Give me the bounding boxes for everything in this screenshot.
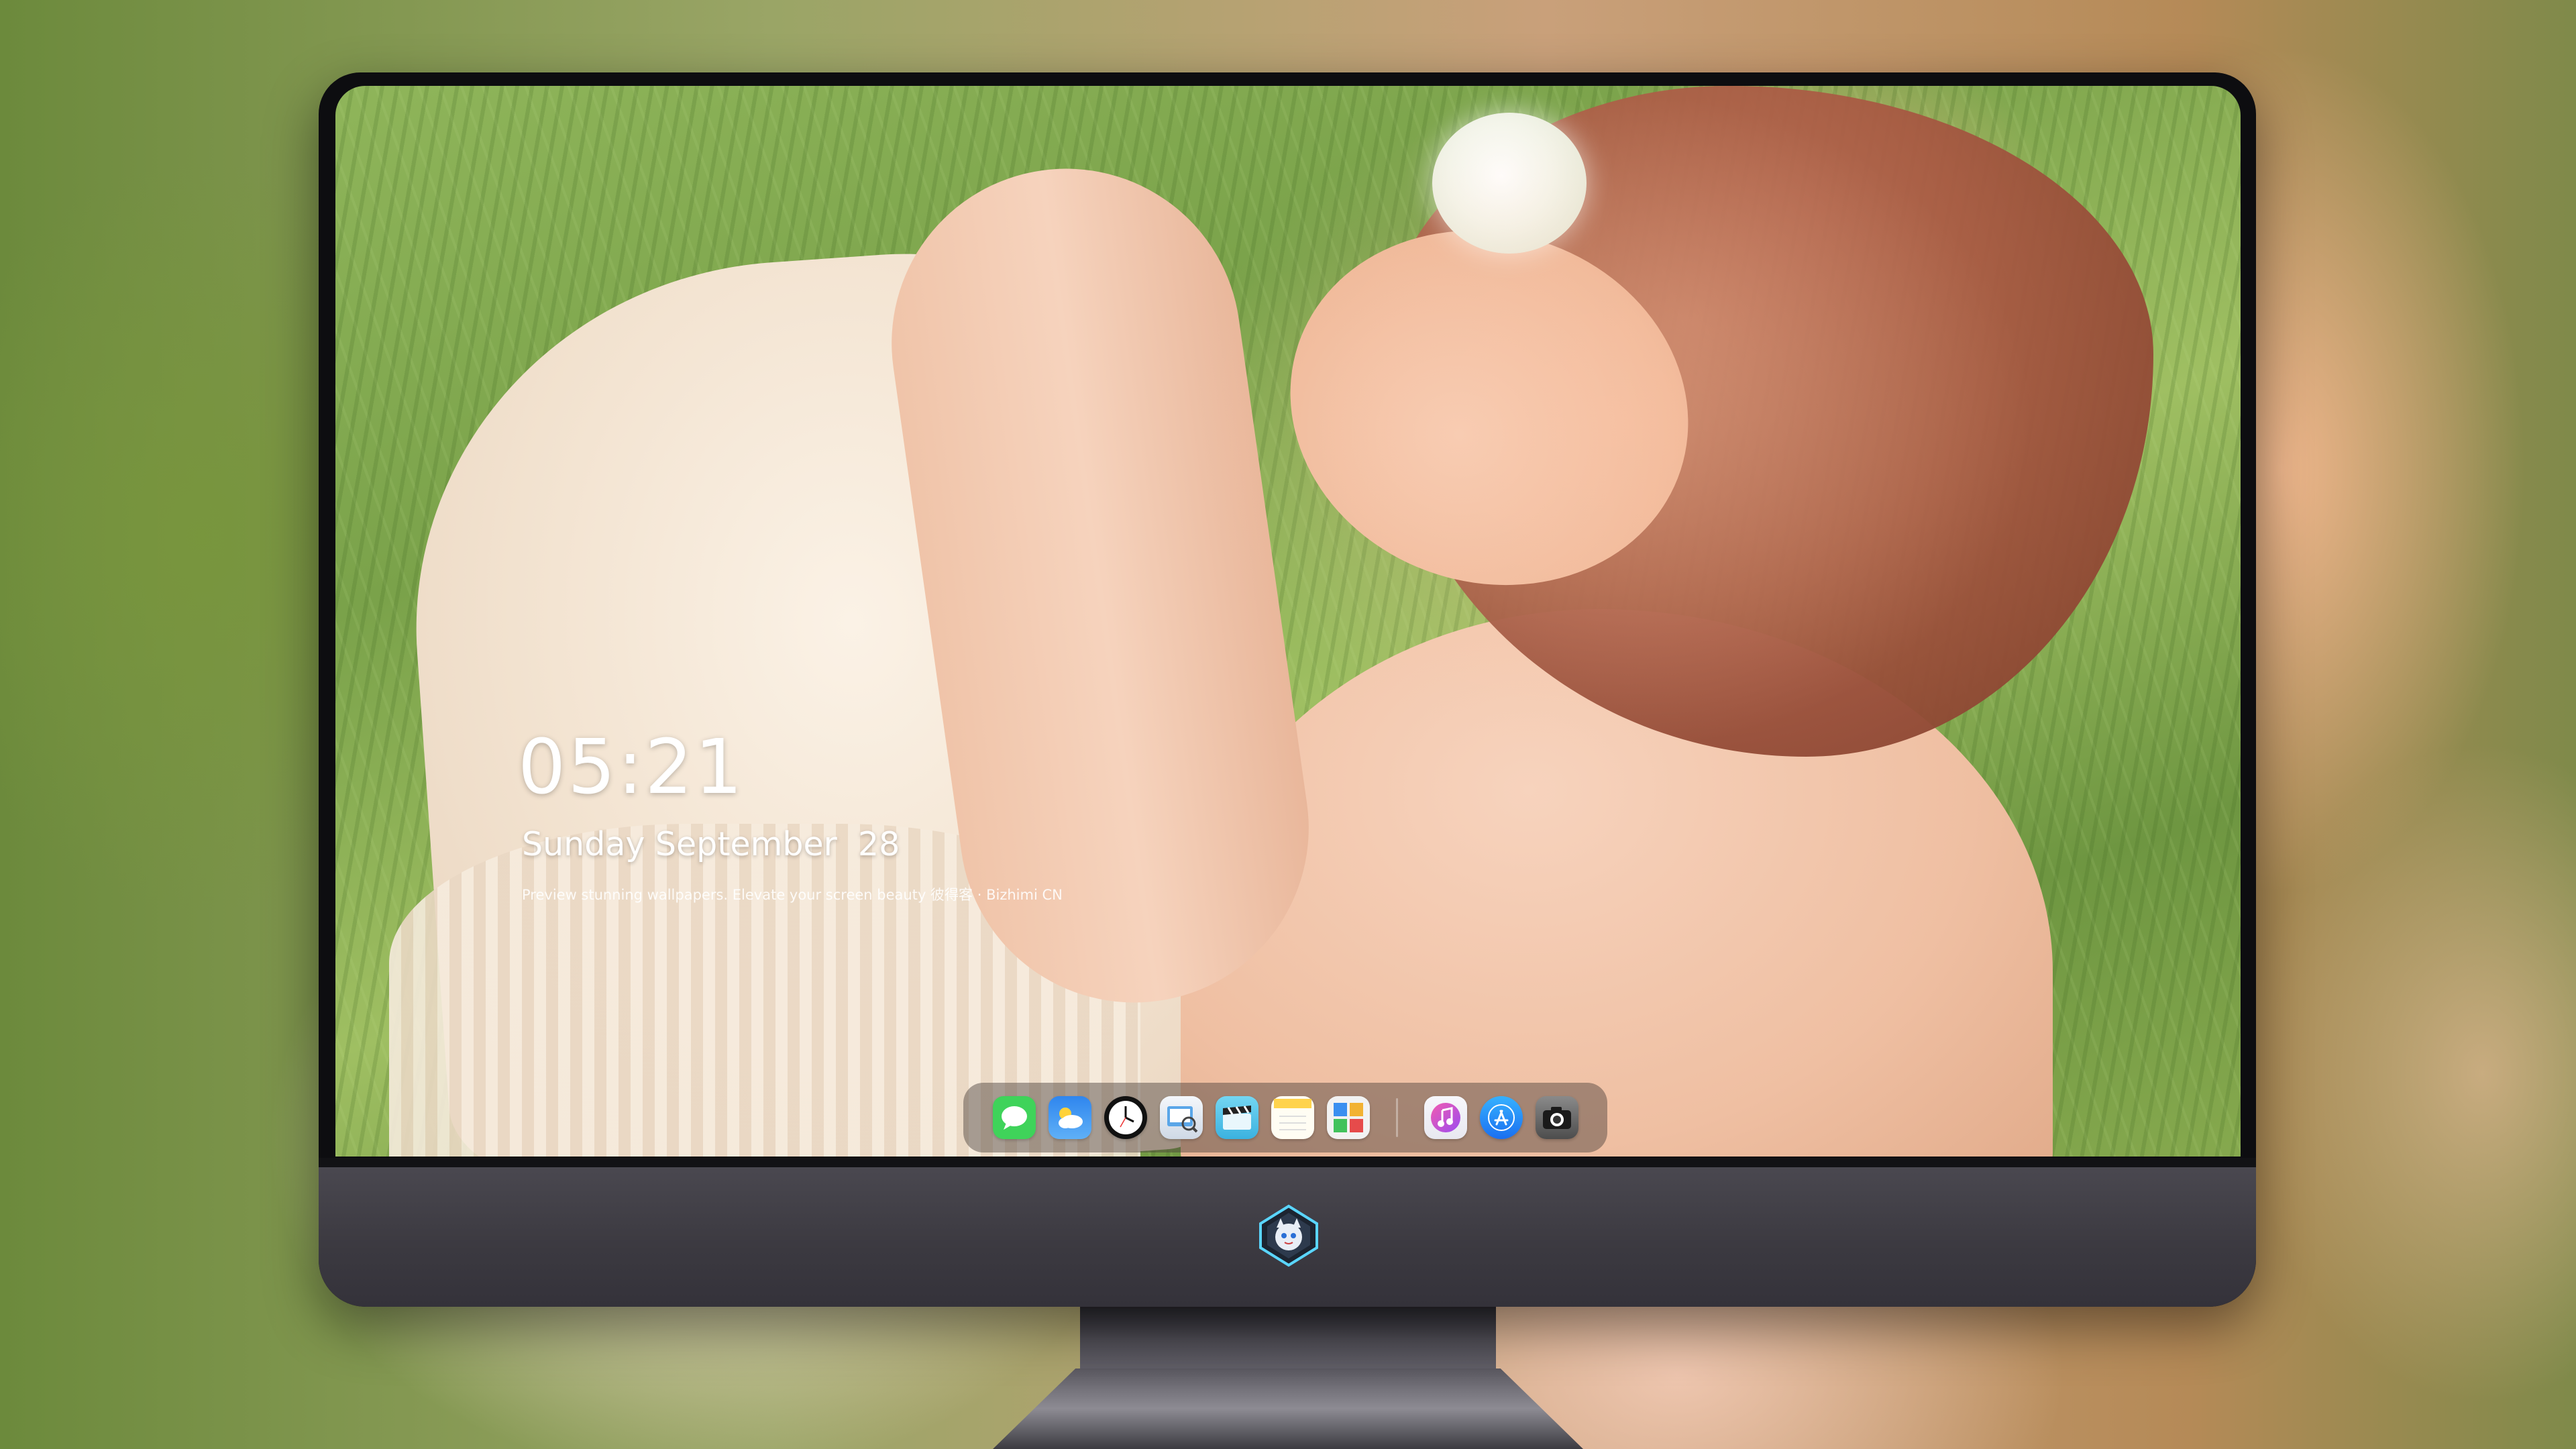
clock-date: Sunday September 28 (522, 825, 900, 863)
wallpaper-light-glow (335, 86, 2241, 1157)
messages-icon[interactable] (992, 1096, 1036, 1139)
clapper-icon[interactable] (1215, 1096, 1258, 1139)
notes-icon[interactable] (1271, 1096, 1314, 1139)
monitor-stand-base (993, 1368, 1583, 1449)
photo-booth-icon[interactable] (1326, 1096, 1370, 1139)
wallpaper-preview-stage: 05:21 Sunday September 28 Preview stunni… (0, 0, 2576, 1449)
clock-time: 05:21 (518, 724, 745, 811)
camera-icon[interactable] (1535, 1096, 1578, 1139)
app-store-icon[interactable] (1479, 1096, 1523, 1139)
clock-tagline: Preview stunning wallpapers. Elevate you… (522, 887, 1063, 903)
preview-icon[interactable] (1159, 1096, 1203, 1139)
dock-separator (1395, 1098, 1398, 1137)
monitor-chin-divider (319, 1158, 2256, 1167)
weather-icon[interactable] (1048, 1096, 1091, 1139)
monitor-screen: 05:21 Sunday September 28 Preview stunni… (335, 86, 2241, 1157)
brand-logo-icon (1256, 1203, 1321, 1268)
music-icon[interactable] (1424, 1096, 1467, 1139)
clock-icon[interactable] (1104, 1096, 1147, 1139)
dock (963, 1083, 1607, 1152)
